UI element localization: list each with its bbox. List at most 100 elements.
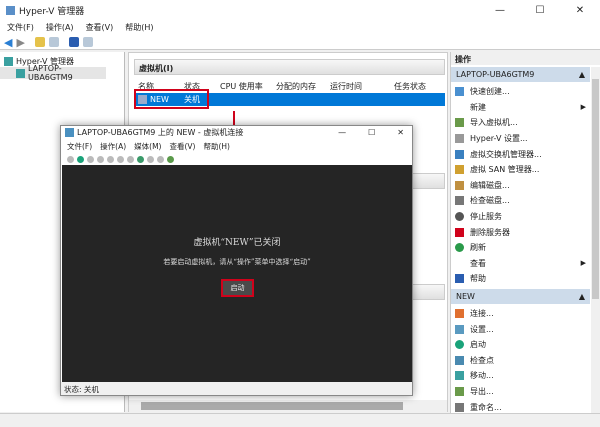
inspect-disk-icon — [455, 196, 464, 206]
action-vm-4[interactable]: 移动... — [451, 368, 590, 384]
quick-create-icon — [455, 87, 464, 97]
shutdown-icon[interactable] — [97, 155, 104, 163]
forward-icon[interactable]: ▶ — [16, 36, 24, 49]
action-label: 帮助 — [470, 274, 486, 284]
action-vm-5[interactable]: 导出... — [451, 384, 590, 400]
blank-icon — [455, 259, 464, 268]
reset-icon[interactable] — [127, 155, 134, 163]
back-icon[interactable]: ◀ — [4, 36, 12, 49]
action-host-7[interactable]: 检查磁盘... — [451, 193, 590, 209]
horizontal-scrollbar[interactable] — [129, 400, 447, 412]
stop-service-icon — [455, 212, 464, 222]
collapse-icon[interactable]: ▲ — [579, 292, 585, 301]
action-host-2[interactable]: 导入虚拟机... — [451, 115, 590, 131]
revert-icon[interactable] — [147, 155, 154, 163]
vm-actions-group[interactable]: NEW ▲ — [451, 288, 590, 304]
action-label: 刷新 — [470, 243, 486, 253]
dialog-minimize-button[interactable]: — — [338, 128, 346, 137]
dialog-title: LAPTOP-UBA6GTM9 上的 NEW - 虚拟机连接 — [77, 128, 244, 137]
host-actions-group[interactable]: LAPTOP-UBA6GTM9 ▲ — [451, 67, 590, 82]
col-memory[interactable]: 分配的内存 — [276, 81, 330, 92]
dialog-menu-action[interactable]: 操作(A) — [100, 141, 126, 152]
action-label: 虚拟交换机管理器... — [470, 149, 542, 159]
action-host-8[interactable]: 停止服务 — [451, 209, 590, 225]
dialog-title-bar: LAPTOP-UBA6GTM9 上的 NEW - 虚拟机连接 — ☐ ✕ — [61, 126, 412, 139]
action-label: 导入虚拟机... — [470, 118, 518, 128]
action-host-0[interactable]: 快速创建... — [451, 84, 590, 100]
close-button[interactable]: ✕ — [560, 0, 600, 20]
checkpoint-icon[interactable] — [137, 155, 144, 163]
dialog-menu-file[interactable]: 文件(F) — [67, 141, 92, 152]
action-label: 查看 — [470, 258, 486, 268]
vm-connection-window: LAPTOP-UBA6GTM9 上的 NEW - 虚拟机连接 — ☐ ✕ 文件(… — [60, 125, 413, 396]
collapse-icon[interactable]: ▲ — [579, 70, 585, 79]
action-vm-2[interactable]: 启动 — [451, 337, 590, 353]
help-icon — [455, 274, 464, 284]
action-host-6[interactable]: 编辑磁盘... — [451, 178, 590, 194]
start-button[interactable]: 启动 — [221, 279, 254, 297]
action-label: 虚拟 SAN 管理器... — [470, 165, 540, 175]
action-vm-0[interactable]: 连接... — [451, 306, 590, 322]
menu-action[interactable]: 操作(A) — [46, 22, 74, 33]
menu-file[interactable]: 文件(F) — [7, 22, 34, 33]
import-icon — [455, 118, 464, 128]
action-host-11[interactable]: 查看 ▶ — [451, 256, 590, 272]
action-host-3[interactable]: Hyper-V 设置... — [451, 131, 590, 147]
dialog-menu-help[interactable]: 帮助(H) — [203, 141, 230, 152]
action-label: Hyper-V 设置... — [470, 134, 528, 144]
highlight-box — [134, 89, 209, 109]
actions-scrollbar[interactable] — [591, 67, 600, 413]
minimize-button[interactable]: — — [480, 0, 520, 20]
edit-disk-icon — [455, 180, 464, 190]
ctrl-alt-del-icon[interactable] — [67, 155, 74, 163]
action-host-1[interactable]: 新建 ▶ — [451, 100, 590, 116]
action-host-4[interactable]: 虚拟交换机管理器... — [451, 146, 590, 162]
action-host-5[interactable]: 虚拟 SAN 管理器... — [451, 162, 590, 178]
export-icon — [455, 386, 464, 396]
menu-help[interactable]: 帮助(H) — [125, 22, 153, 33]
vm-off-message: 虚拟机“NEW”已关闭 — [193, 238, 281, 248]
action-label: 移动... — [470, 371, 494, 381]
action-label: 编辑磁盘... — [470, 180, 510, 190]
action-label: 新建 — [470, 102, 486, 112]
share-icon[interactable] — [167, 155, 174, 163]
action-host-12[interactable]: 帮助 — [451, 271, 590, 287]
col-cpu[interactable]: CPU 使用率 — [220, 81, 276, 92]
settings-icon — [455, 134, 464, 144]
vm-settings-icon — [455, 324, 464, 334]
action-label: 设置... — [470, 324, 494, 334]
enhanced-session-icon[interactable] — [157, 155, 164, 163]
dialog-close-button[interactable]: ✕ — [397, 128, 404, 137]
save-icon[interactable] — [107, 155, 114, 163]
turn-off-icon[interactable] — [87, 155, 94, 163]
col-task[interactable]: 任务状态 — [394, 81, 426, 92]
maximize-button[interactable]: ☐ — [520, 0, 560, 20]
action-label: 启动 — [470, 340, 486, 350]
up-folder-icon[interactable] — [34, 37, 45, 47]
help-icon[interactable] — [68, 37, 79, 47]
connect-icon — [455, 309, 464, 319]
dialog-status: 状态: 关机 — [61, 382, 412, 395]
col-uptime[interactable]: 运行时间 — [330, 81, 394, 92]
action-pane-icon[interactable] — [82, 37, 93, 47]
action-vm-1[interactable]: 设置... — [451, 321, 590, 337]
pause-icon[interactable] — [117, 155, 124, 163]
dialog-menu-view[interactable]: 查看(V) — [169, 141, 195, 152]
hyperv-manager-icon — [4, 56, 13, 66]
menu-view[interactable]: 查看(V) — [86, 22, 114, 33]
tree-host[interactable]: LAPTOP-UBA6GTM9 — [0, 64, 106, 82]
start-icon[interactable] — [77, 155, 84, 163]
show-hide-tree-icon[interactable] — [48, 37, 59, 47]
action-label: 导出... — [470, 386, 494, 396]
action-host-9[interactable]: 删除服务器 — [451, 224, 590, 240]
window-title: Hyper-V 管理器 — [19, 6, 85, 17]
vm-screen[interactable]: 虚拟机“NEW”已关闭 若要启动虚拟机，请从“操作”菜单中选择“启动” 启动 — [62, 165, 412, 384]
dialog-maximize-button[interactable]: ☐ — [368, 128, 375, 137]
dialog-menu-media[interactable]: 媒体(M) — [134, 141, 161, 152]
vm-start-hint: 若要启动虚拟机，请从“操作”菜单中选择“启动” — [163, 258, 311, 266]
rename-icon — [455, 402, 464, 412]
refresh-icon — [455, 243, 464, 253]
submenu-arrow-icon: ▶ — [580, 103, 586, 112]
action-vm-3[interactable]: 检查点 — [451, 353, 590, 369]
action-host-10[interactable]: 刷新 — [451, 240, 590, 256]
